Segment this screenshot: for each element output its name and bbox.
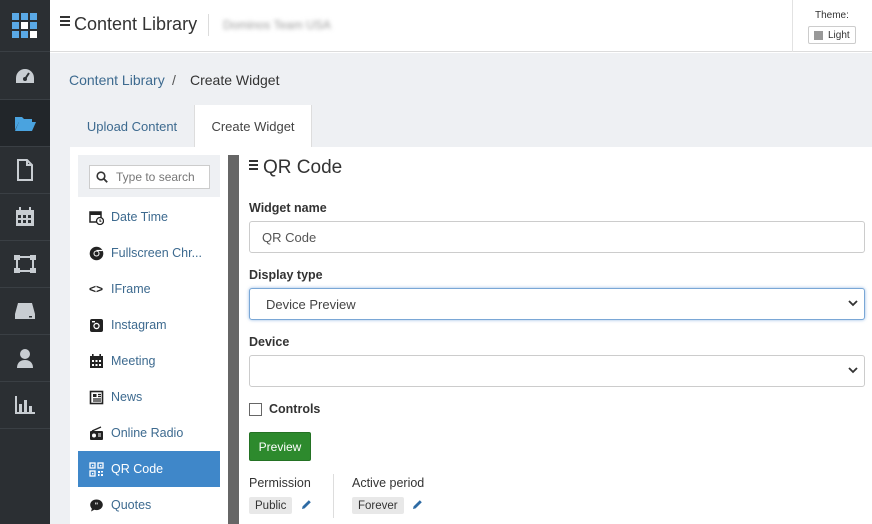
nav-content-library[interactable] — [0, 100, 50, 147]
widget-item-label: Instagram — [111, 318, 167, 332]
theme-label: Theme: — [815, 10, 849, 21]
widget-item-iframe[interactable]: <> IFrame — [78, 271, 220, 307]
widget-name-label: Widget name — [249, 201, 327, 215]
widget-item-instagram[interactable]: Instagram — [78, 307, 220, 343]
permission-value: Public — [249, 497, 293, 514]
app-window: Content Library Dominos Team USA Theme: … — [0, 0, 872, 524]
edit-permission-pencil-icon[interactable] — [301, 499, 312, 510]
breadcrumb: Content Library / Create Widget — [50, 53, 872, 105]
widget-item-label: Online Radio — [111, 426, 184, 440]
widget-item-label: Date Time — [111, 210, 168, 224]
folder-open-icon — [15, 117, 36, 131]
preview-button[interactable]: Preview — [249, 432, 311, 461]
app-logo[interactable] — [0, 0, 50, 52]
tab-bar: Upload Content Create Widget — [50, 105, 872, 147]
team-name[interactable]: Dominos Team USA — [223, 18, 331, 32]
nav-dashboard[interactable] — [0, 53, 50, 100]
nav-schedule[interactable] — [0, 194, 50, 241]
header-divider — [208, 14, 209, 36]
widget-item-qr-code[interactable]: QR Code — [78, 451, 220, 487]
widget-item-label: Meeting — [111, 354, 156, 368]
widget-name-input[interactable]: QR Code — [249, 221, 865, 253]
chrome-icon — [88, 245, 104, 261]
chevron-down-icon — [848, 300, 858, 307]
display-type-label: Display type — [249, 268, 323, 282]
controls-checkbox[interactable]: Controls — [249, 402, 320, 416]
form-title-text: QR Code — [263, 157, 343, 178]
instagram-icon — [88, 317, 104, 333]
tab-upload-content[interactable]: Upload Content — [70, 105, 194, 147]
breadcrumb-separator: / — [172, 72, 176, 88]
widget-item-label: News — [111, 390, 143, 404]
theme-toggle-button[interactable]: Light — [808, 26, 856, 44]
edit-active-period-pencil-icon[interactable] — [412, 499, 423, 510]
svg-text:": " — [94, 501, 98, 509]
widget-type-list: Type to search Date Time Fullscreen Chr.… — [78, 155, 220, 524]
widget-item-label: IFrame — [111, 282, 151, 296]
nav-reports[interactable] — [0, 382, 50, 429]
chevron-down-icon — [848, 367, 858, 374]
widget-form: QR Code Widget name QR Code Display type… — [249, 147, 872, 524]
device-label: Device — [249, 335, 290, 349]
widget-item-quotes[interactable]: " Quotes — [78, 487, 220, 523]
theme-selector: Theme: Light — [792, 0, 872, 52]
quote-bubble-icon: " — [88, 497, 104, 513]
device-select[interactable] — [249, 355, 865, 387]
left-nav — [0, 0, 50, 524]
permission-label: Permission — [249, 476, 311, 490]
widget-search-input[interactable]: Type to search — [89, 165, 210, 189]
theme-swatch-icon — [814, 30, 823, 40]
radio-icon — [88, 425, 104, 441]
nav-devices[interactable] — [0, 288, 50, 335]
qr-code-icon — [88, 461, 104, 477]
nav-users[interactable] — [0, 335, 50, 382]
widget-search-box: Type to search — [78, 155, 220, 197]
display-type-select[interactable]: Device Preview — [249, 288, 865, 320]
top-header: Content Library Dominos Team USA Theme: … — [50, 0, 872, 52]
app-title: Content Library — [74, 14, 198, 34]
calendar-clock-icon — [88, 209, 104, 225]
tab-create-widget[interactable]: Create Widget — [194, 105, 312, 147]
active-period-label: Active period — [352, 476, 425, 490]
user-icon — [17, 349, 33, 368]
search-icon — [96, 171, 108, 183]
theme-value: Light — [828, 29, 850, 41]
network-icon — [14, 255, 36, 273]
widget-item-label: QR Code — [111, 462, 164, 476]
breadcrumb-current: Create Widget — [190, 72, 280, 88]
widget-item-meeting[interactable]: Meeting — [78, 343, 220, 379]
menu-icon — [249, 160, 258, 172]
drive-icon — [15, 303, 35, 319]
nav-files[interactable] — [0, 147, 50, 194]
dashboard-icon — [16, 69, 34, 83]
display-type-value: Device Preview — [266, 296, 356, 312]
widget-item-fullscreen-chrome[interactable]: Fullscreen Chr... — [78, 235, 220, 271]
bar-chart-icon — [15, 396, 35, 414]
active-period-value: Forever — [352, 497, 404, 514]
app-logo-icon — [12, 12, 37, 38]
content-gutter — [50, 147, 70, 524]
widget-item-news[interactable]: News — [78, 379, 220, 415]
form-title: QR Code — [249, 157, 342, 179]
newspaper-icon — [88, 389, 104, 405]
menu-icon[interactable] — [60, 16, 70, 28]
code-icon: <> — [88, 282, 103, 296]
controls-label: Controls — [269, 402, 321, 416]
field-divider — [333, 474, 334, 518]
widget-item-date-time[interactable]: Date Time — [78, 199, 220, 235]
create-widget-panel: Type to search Date Time Fullscreen Chr.… — [70, 147, 872, 524]
search-placeholder: Type to search — [116, 170, 195, 184]
panel-resize-divider[interactable] — [228, 155, 239, 524]
calendar-icon — [88, 353, 104, 369]
widget-item-label: Quotes — [111, 498, 152, 512]
file-icon — [17, 159, 33, 181]
widget-item-label: Fullscreen Chr... — [111, 246, 203, 260]
widget-item-online-radio[interactable]: Online Radio — [78, 415, 220, 451]
calendar-icon — [16, 207, 34, 226]
nav-network[interactable] — [0, 241, 50, 288]
checkbox-box[interactable] — [249, 402, 262, 416]
breadcrumb-content-library-link[interactable]: Content Library — [69, 72, 165, 88]
